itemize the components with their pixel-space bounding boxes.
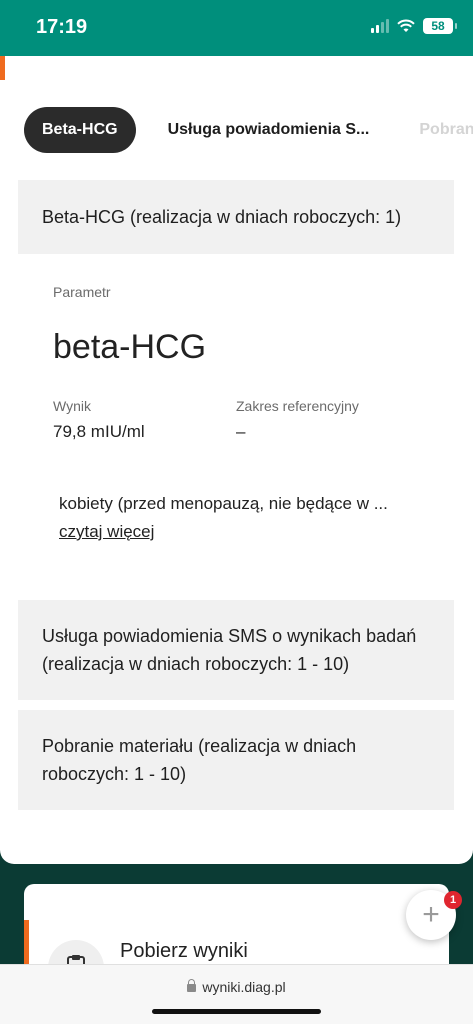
browser-bar: wyniki.diag.pl [0,964,473,1024]
section-sms-notification[interactable]: Usługa powiadomienia SMS o wynikach bada… [18,600,454,700]
battery-icon: 58 [423,18,457,34]
results-card: Beta-HCG Usługa powiadomienia S... Pobra… [0,56,473,864]
url-text: wyniki.diag.pl [202,979,286,995]
download-results-title: Pobierz wyniki [120,940,248,962]
result-label: Wynik [53,398,91,414]
signal-icon [371,19,389,33]
tab-bar: Beta-HCG Usługa powiadomienia S... Pobra… [24,107,473,153]
tab-sms-notification[interactable]: Usługa powiadomienia S... [150,107,388,153]
notification-badge: 1 [444,891,462,909]
status-icons: 58 [371,18,457,34]
lock-icon [187,979,197,993]
reference-range-label: Zakres referencyjny [236,398,359,414]
param-name: beta-HCG [53,328,207,366]
reference-note: kobiety (przed menopauzą, nie będące w .… [59,494,388,513]
tab-pobranie[interactable]: Pobranie [401,107,473,153]
reference-range-value: – [236,422,246,441]
home-indicator[interactable] [152,1009,321,1014]
read-more-link[interactable]: czytaj więcej [59,522,154,542]
tab-beta-hcg[interactable]: Beta-HCG [24,107,136,153]
result-value: 79,8 mIU/ml [53,422,145,441]
section-material-collection[interactable]: Pobranie materiału (realizacja w dniach … [18,710,454,810]
accent-mark [0,56,5,80]
url-bar[interactable]: wyniki.diag.pl [0,979,473,995]
param-label: Parametr [53,284,111,300]
wifi-icon [397,19,415,32]
section-beta-hcg[interactable]: Beta-HCG (realizacja w dniach roboczych:… [18,180,454,254]
plus-icon: + [422,898,440,931]
status-time: 17:19 [36,16,88,38]
status-bar: 17:19 58 [0,0,473,56]
